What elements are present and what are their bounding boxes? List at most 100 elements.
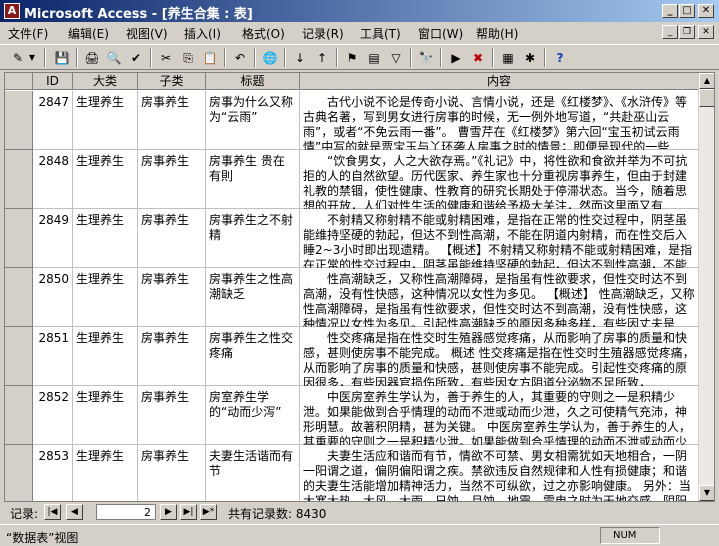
hyperlink-icon[interactable]: 🌐 — [260, 48, 280, 68]
cell-id[interactable]: 2849 — [33, 209, 73, 268]
prev-record-button[interactable]: ◀ — [66, 504, 83, 520]
cell-category[interactable]: 生理养生 — [73, 268, 138, 327]
first-record-button[interactable]: |◀ — [44, 504, 61, 520]
cell-content[interactable]: 性交疼痛是指在性交时生殖器感觉疼痛，从而影响了房事的质量和快感，甚则使房事不能完… — [300, 327, 699, 386]
undo-icon[interactable]: ↶ — [230, 48, 250, 68]
minimize-button[interactable]: _ — [662, 4, 678, 18]
record-number-input[interactable] — [96, 504, 156, 520]
cell-category[interactable]: 生理养生 — [73, 327, 138, 386]
cell-subcategory[interactable]: 房事养生 — [138, 268, 206, 327]
record-selector[interactable] — [5, 386, 33, 445]
cell-content[interactable]: 性高潮缺乏，又称性高潮障碍，是指虽有性欲要求，但性交时达不到高潮，没有性快感，这… — [300, 268, 699, 327]
cell-title[interactable]: 房事为什么又称为“云雨” — [206, 91, 300, 150]
menu-records[interactable]: 记录(R) — [302, 25, 344, 42]
table-row[interactable]: 2851 生理养生 房事养生 房事养生之性交疼痛 性交疼痛是指在性交时生殖器感觉疼痛，从… — [5, 327, 699, 386]
cell-title[interactable]: 房室养生学的“动而少泻” — [206, 386, 300, 445]
menu-window[interactable]: 窗口(W) — [418, 25, 463, 42]
cell-category[interactable]: 生理养生 — [73, 386, 138, 445]
cell-id[interactable]: 2847 — [33, 91, 73, 150]
cell-content[interactable]: 古代小说不论是传奇小说、言情小说，还是《红楼梦》、《水浒传》等古典名著，写到男女… — [300, 91, 699, 150]
record-selector[interactable] — [5, 150, 33, 209]
save-icon[interactable]: 💾 — [52, 48, 72, 68]
filter-form-icon[interactable]: ▤ — [364, 48, 384, 68]
cell-subcategory[interactable]: 房事养生 — [138, 327, 206, 386]
filter-selection-icon[interactable]: ⚑ — [342, 48, 362, 68]
cell-subcategory[interactable]: 房事养生 — [138, 91, 206, 150]
close-button[interactable]: ✕ — [698, 4, 714, 18]
table-row[interactable]: 2853 生理养生 房事养生 夫妻生活谐而有节 夫妻生活应和谐而有节，情欲不可禁、男女相… — [5, 445, 699, 501]
print-icon[interactable]: 🖨 — [82, 48, 102, 68]
menu-format[interactable]: 格式(O) — [242, 25, 285, 42]
sort-desc-icon[interactable]: ↑ — [312, 48, 332, 68]
scroll-up-button[interactable]: ▲ — [699, 73, 714, 89]
next-record-button[interactable]: ▶ — [160, 504, 177, 520]
menu-tools[interactable]: 工具(T) — [360, 25, 401, 42]
cut-icon[interactable]: ✂ — [156, 48, 176, 68]
cell-category[interactable]: 生理养生 — [73, 150, 138, 209]
maximize-button[interactable]: □ — [679, 4, 695, 18]
record-selector[interactable] — [5, 327, 33, 386]
cell-title[interactable]: 房事养生之性高潮缺乏 — [206, 268, 300, 327]
new-record-button[interactable]: ▶* — [200, 504, 217, 520]
cell-title[interactable]: 房事养生之不射精 — [206, 209, 300, 268]
table-row[interactable]: 2849 生理养生 房事养生 房事养生之不射精 不射精又称射精不能或射精困难，是指在正常… — [5, 209, 699, 268]
mdi-close-button[interactable]: ✕ — [698, 25, 714, 39]
column-header-title[interactable]: 标题 — [206, 73, 300, 90]
cell-subcategory[interactable]: 房事养生 — [138, 445, 206, 501]
table-row[interactable]: 2852 生理养生 房事养生 房室养生学的“动而少泻” 中医房室养生学认为，善于养生的人… — [5, 386, 699, 445]
menu-file[interactable]: 文件(F) — [8, 25, 48, 42]
mdi-minimize-button[interactable]: _ — [662, 25, 678, 39]
cell-category[interactable]: 生理养生 — [73, 91, 138, 150]
paste-icon[interactable]: 📋 — [200, 48, 220, 68]
copy-icon[interactable]: ⎘ — [178, 48, 198, 68]
mdi-restore-button[interactable]: ❐ — [679, 25, 695, 39]
record-selector[interactable] — [5, 268, 33, 327]
menu-view[interactable]: 视图(V) — [126, 25, 168, 42]
cell-id[interactable]: 2853 — [33, 445, 73, 501]
column-header-content[interactable]: 内容 — [300, 73, 699, 90]
table-row[interactable]: 2847 生理养生 房事养生 房事为什么又称为“云雨” 古代小说不论是传奇小说、言情小说… — [5, 91, 699, 150]
last-record-button[interactable]: ▶| — [180, 504, 197, 520]
find-icon[interactable]: 🔭 — [416, 48, 436, 68]
column-header-subcategory[interactable]: 子类 — [138, 73, 206, 90]
cell-id[interactable]: 2850 — [33, 268, 73, 327]
cell-content[interactable]: 中医房室养生学认为，善于养生的人，其重要的守则之一是积精少泄。如果能做到合乎情理… — [300, 386, 699, 445]
cell-content[interactable]: “饮食男女，人之大欲存焉。”《礼记》中，将性欲和食欲并举为不可抗拒的人的自然欲望… — [300, 150, 699, 209]
access-icon[interactable]: A — [4, 3, 20, 19]
column-header-id[interactable]: ID — [33, 73, 73, 90]
new-record-icon[interactable]: ▶ — [446, 48, 466, 68]
menu-insert[interactable]: 插入(I) — [184, 25, 221, 42]
scroll-thumb[interactable] — [699, 89, 714, 107]
select-all-corner[interactable] — [5, 73, 33, 90]
view-icon[interactable]: ✎ — [8, 48, 28, 68]
cell-subcategory[interactable]: 房事养生 — [138, 150, 206, 209]
cell-category[interactable]: 生理养生 — [73, 445, 138, 501]
help-icon[interactable]: ? — [550, 48, 570, 68]
cell-title[interactable]: 房事养生之性交疼痛 — [206, 327, 300, 386]
table-row[interactable]: 2848 生理养生 房事养生 房事养生 贵在有則 “饮食男女，人之大欲存焉。”《礼记》中… — [5, 150, 699, 209]
record-selector[interactable] — [5, 445, 33, 501]
scroll-down-button[interactable]: ▼ — [699, 485, 714, 501]
spelling-icon[interactable]: ✔ — [126, 48, 146, 68]
cell-title[interactable]: 房事养生 贵在有則 — [206, 150, 300, 209]
record-selector[interactable] — [5, 91, 33, 150]
menu-help[interactable]: 帮助(H) — [476, 25, 518, 42]
cell-title[interactable]: 夫妻生活谐而有节 — [206, 445, 300, 501]
column-header-category[interactable]: 大类 — [73, 73, 138, 90]
sort-asc-icon[interactable]: ↓ — [290, 48, 310, 68]
cell-category[interactable]: 生理养生 — [73, 209, 138, 268]
database-window-icon[interactable]: ▦ — [498, 48, 518, 68]
cell-content[interactable]: 不射精又称射精不能或射精困难，是指在正常的性交过程中，阴茎虽能维持坚硬的勃起，但… — [300, 209, 699, 268]
record-selector[interactable] — [5, 209, 33, 268]
cell-id[interactable]: 2852 — [33, 386, 73, 445]
table-row[interactable]: 2850 生理养生 房事养生 房事养生之性高潮缺乏 性高潮缺乏，又称性高潮障碍，是指虽有… — [5, 268, 699, 327]
vertical-scrollbar[interactable]: ▲ ▼ — [698, 73, 714, 501]
cell-subcategory[interactable]: 房事养生 — [138, 209, 206, 268]
cell-id[interactable]: 2848 — [33, 150, 73, 209]
delete-record-icon[interactable]: ✖ — [468, 48, 488, 68]
menu-edit[interactable]: 编辑(E) — [68, 25, 109, 42]
cell-subcategory[interactable]: 房事养生 — [138, 386, 206, 445]
print-preview-icon[interactable]: 🔍 — [104, 48, 124, 68]
cell-content[interactable]: 夫妻生活应和谐而有节，情欲不可禁、男女相需犹如天地相合，一阴一阳谓之道，偏阴偏阳… — [300, 445, 699, 501]
cell-id[interactable]: 2851 — [33, 327, 73, 386]
